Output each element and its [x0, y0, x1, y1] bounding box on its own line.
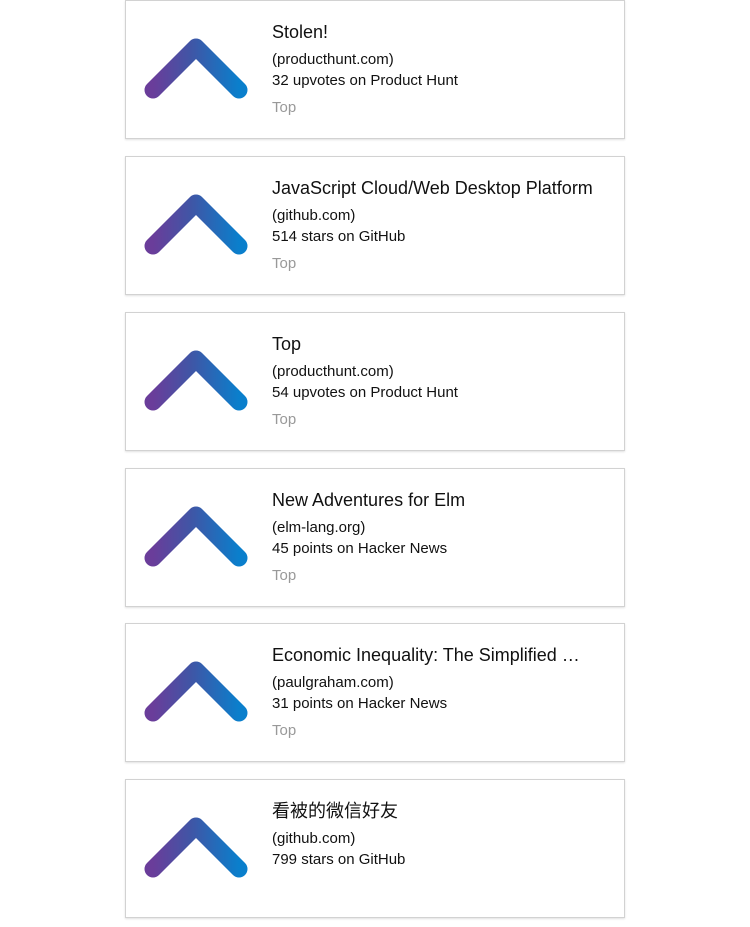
feed-card[interactable]: Top (producthunt.com) 54 upvotes on Prod…: [125, 312, 625, 451]
card-tag: Top: [272, 99, 297, 116]
chevron-up-icon-graphic: [144, 38, 248, 99]
card-title[interactable]: Top: [272, 333, 612, 355]
feed-list: Stolen! (producthunt.com) 32 upvotes on …: [0, 0, 750, 927]
card-meta: 45 points on Hacker News: [272, 540, 448, 557]
card-meta: 514 stars on GitHub: [272, 228, 406, 245]
card-meta: 799 stars on GitHub: [272, 851, 406, 868]
feed-card[interactable]: Economic Inequality: The Simplified … (p…: [125, 623, 625, 762]
card-tag: Top: [272, 567, 297, 584]
chevron-up-icon-graphic: [144, 350, 248, 411]
card-title[interactable]: 看被的微信好友: [272, 800, 612, 822]
feed-card[interactable]: JavaScript Cloud/Web Desktop Platform (g…: [125, 156, 625, 295]
card-domain: (elm-lang.org): [272, 519, 366, 536]
card-title[interactable]: New Adventures for Elm: [272, 489, 612, 511]
card-meta: 54 upvotes on Product Hunt: [272, 384, 458, 401]
card-title[interactable]: Economic Inequality: The Simplified …: [272, 644, 612, 666]
chevron-up-icon[interactable]: [143, 347, 249, 413]
chevron-up-icon[interactable]: [143, 191, 249, 257]
card-domain: (github.com): [272, 830, 356, 847]
card-title[interactable]: JavaScript Cloud/Web Desktop Platform: [272, 177, 612, 199]
chevron-up-icon-graphic: [144, 506, 248, 567]
chevron-up-icon-graphic: [144, 661, 248, 722]
card-tag: Top: [272, 255, 297, 272]
chevron-up-icon-graphic: [144, 194, 248, 255]
card-domain: (producthunt.com): [272, 363, 394, 380]
card-domain: (producthunt.com): [272, 51, 394, 68]
card-meta: 31 points on Hacker News: [272, 695, 448, 712]
feed-card[interactable]: New Adventures for Elm (elm-lang.org) 45…: [125, 468, 625, 607]
chevron-up-icon-graphic: [144, 817, 248, 878]
chevron-up-icon[interactable]: [143, 35, 249, 101]
card-meta: 32 upvotes on Product Hunt: [272, 72, 458, 89]
chevron-up-icon[interactable]: [143, 814, 249, 880]
card-tag: Top: [272, 411, 297, 428]
feed-card[interactable]: Stolen! (producthunt.com) 32 upvotes on …: [125, 0, 625, 139]
card-title[interactable]: Stolen!: [272, 21, 612, 43]
feed-card[interactable]: 看被的微信好友 (github.com) 799 stars on GitHub: [125, 779, 625, 918]
card-tag: Top: [272, 722, 297, 739]
chevron-up-icon[interactable]: [143, 658, 249, 724]
card-domain: (paulgraham.com): [272, 674, 394, 691]
chevron-up-icon[interactable]: [143, 503, 249, 569]
card-domain: (github.com): [272, 207, 356, 224]
